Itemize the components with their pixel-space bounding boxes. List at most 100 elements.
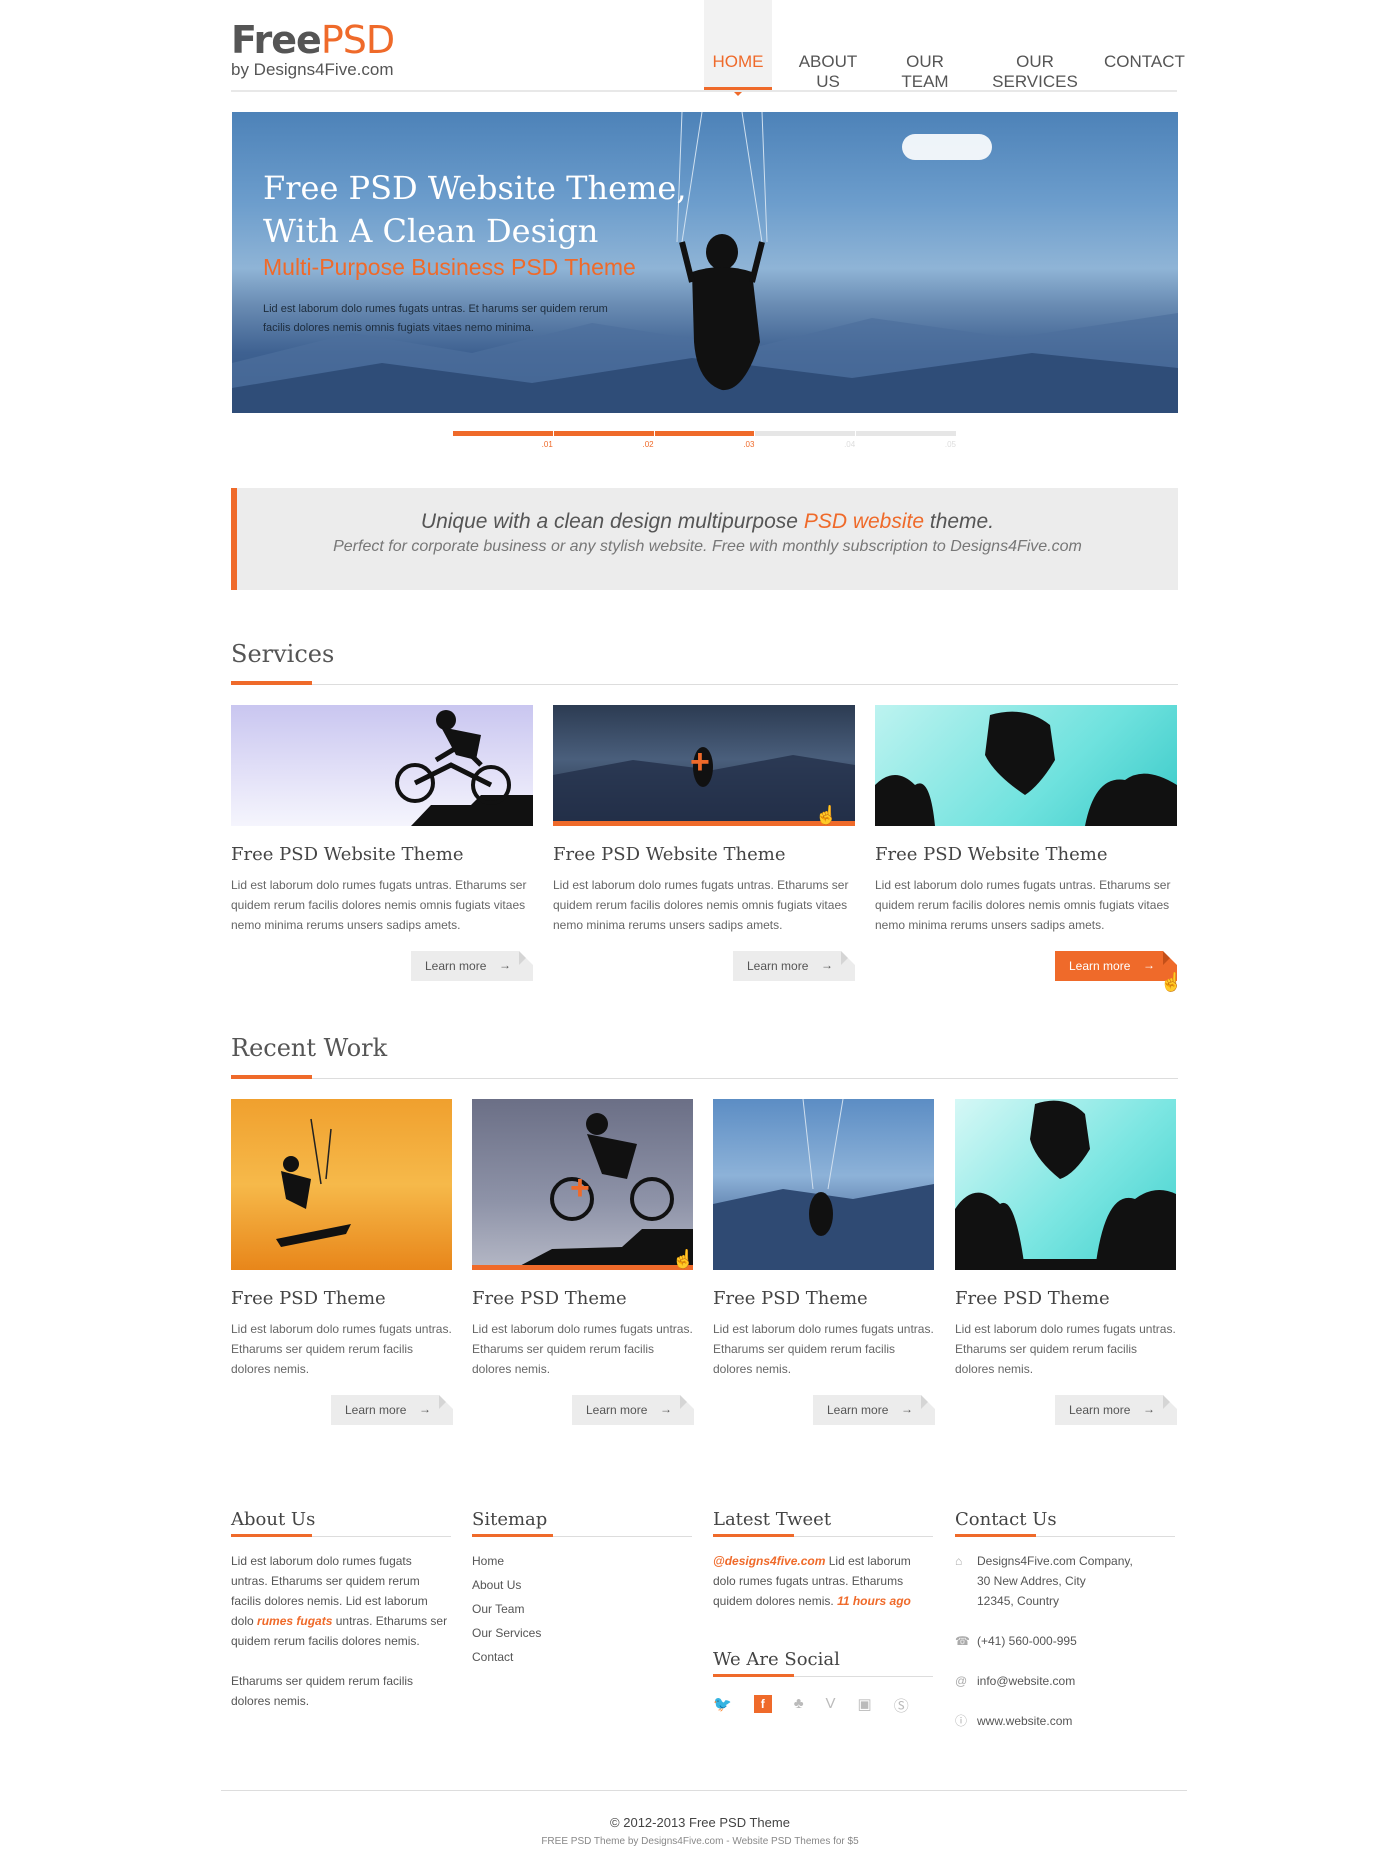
tagline-banner: Unique with a clean design multipurpose … (231, 488, 1178, 590)
footer-contact: Contact Us ⌂ Designs4Five.com Company, 30… (955, 1509, 1175, 1751)
slide-indicator-2[interactable]: .02 (553, 431, 654, 451)
skype-icon[interactable]: Ⓢ (894, 1695, 909, 1716)
zoom-plus-icon[interactable]: + (570, 1171, 590, 1205)
footer-social-title: We Are Social (713, 1649, 840, 1670)
learn-more-button-active[interactable]: Learn more → (1055, 951, 1177, 981)
services-heading: Services (231, 640, 335, 668)
paraglider-silhouette (713, 1099, 934, 1270)
about-highlight-link[interactable]: rumes fugats (257, 1614, 332, 1628)
service-card: Free PSD Website Theme Lid est laborum d… (875, 705, 1177, 935)
hand-cursor-icon: ☝ (1160, 972, 1183, 992)
service-image-hover[interactable]: + ☝ (553, 705, 855, 826)
work-image[interactable] (231, 1099, 452, 1270)
footer-divider (221, 1790, 1187, 1791)
nav-our-team[interactable]: OUR TEAM (884, 0, 966, 91)
logo-wordmark: FreePSD (231, 18, 395, 62)
nav-our-services[interactable]: OUR SERVICES (980, 0, 1090, 91)
contact-email[interactable]: @ info@website.com (955, 1671, 1175, 1691)
sitemap-link-our-services[interactable]: Our Services (472, 1621, 692, 1645)
contact-address: ⌂ Designs4Five.com Company, 30 New Addres… (955, 1551, 1175, 1611)
learn-more-button[interactable]: Learn more → (733, 951, 855, 981)
footer-rule (955, 1534, 1175, 1537)
footer-rule (713, 1534, 933, 1537)
hero-subtitle: Multi-Purpose Business PSD Theme (263, 254, 636, 280)
work-text: Lid est laborum dolo rumes fugats untras… (472, 1322, 693, 1376)
slide-indicator-3[interactable]: .03 (654, 431, 755, 451)
nav-about-us[interactable]: ABOUT US (786, 0, 870, 91)
at-icon: @ (955, 1674, 968, 1688)
cyclist-silhouette (395, 710, 533, 826)
credit-line: FREE PSD Theme by Designs4Five.com - Web… (541, 1836, 859, 1847)
footer-rule (231, 1534, 451, 1537)
slide-indicator-4[interactable]: .04 (755, 431, 856, 451)
work-card: Free PSD Theme Lid est laborum dolo rume… (713, 1099, 934, 1379)
logo-tagline: by Designs4Five.com (231, 60, 394, 79)
work-image[interactable] (713, 1099, 934, 1270)
footer-contact-title: Contact Us (955, 1509, 1057, 1530)
hero-title: Free PSD Website Theme, With A Clean Desi… (263, 169, 687, 250)
zoom-plus-icon[interactable]: + (690, 745, 710, 779)
kitesurfer-silhouette (276, 1118, 351, 1247)
slider-pagination: .01 .02 .03 .04 .05 (453, 431, 957, 451)
service-image[interactable] (875, 705, 1177, 826)
header-divider (231, 90, 1177, 92)
tweet-time[interactable]: 11 hours ago (837, 1594, 911, 1608)
learn-more-button[interactable]: Learn more → (331, 1395, 453, 1425)
jumper-silhouette (955, 1100, 1176, 1270)
youtube-icon[interactable]: ▣ (858, 1695, 872, 1716)
footer-tweet: Latest Tweet @designs4five.com Lid est l… (713, 1509, 933, 1716)
work-title: Free PSD Theme (472, 1288, 627, 1309)
sitemap-link-our-team[interactable]: Our Team (472, 1597, 692, 1621)
work-card: + ☝ Free PSD Theme Lid est laborum dolo … (472, 1099, 693, 1379)
twitter-icon[interactable]: 🐦 (713, 1695, 732, 1716)
hero-text: Lid est laborum dolo rumes fugats untras… (263, 303, 608, 334)
social-icons: 🐦 f ♣ V ▣ Ⓢ (713, 1695, 933, 1716)
myspace-icon[interactable]: ♣ (794, 1695, 804, 1716)
work-image[interactable] (955, 1099, 1176, 1270)
home-icon: ⌂ (955, 1554, 963, 1568)
work-title: Free PSD Theme (713, 1288, 868, 1309)
work-image-hover[interactable]: + ☝ (472, 1099, 693, 1270)
footer-about-text: Lid est laborum dolo rumes fugats untras… (231, 1554, 448, 1648)
sitemap-link-about-us[interactable]: About Us (472, 1573, 692, 1597)
hand-cursor-icon: ☝ (815, 805, 838, 825)
service-text: Lid est laborum dolo rumes fugats untras… (231, 878, 527, 932)
facebook-icon[interactable]: f (753, 1695, 772, 1713)
tweet-handle-link[interactable]: @designs4five.com (713, 1554, 825, 1568)
service-image[interactable] (231, 705, 533, 826)
learn-more-button[interactable]: Learn more → (411, 951, 533, 981)
recent-work-heading: Recent Work (231, 1034, 388, 1062)
contact-website[interactable]: ⓘ www.website.com (955, 1711, 1175, 1731)
nav-contact[interactable]: CONTACT (1104, 0, 1185, 90)
service-text: Lid est laborum dolo rumes fugats untras… (553, 878, 849, 932)
service-title: Free PSD Website Theme (231, 844, 464, 865)
phone-icon: ☎ (955, 1634, 970, 1648)
work-title: Free PSD Theme (231, 1288, 386, 1309)
vimeo-icon[interactable]: V (826, 1695, 836, 1716)
sitemap-link-home[interactable]: Home (472, 1549, 692, 1573)
work-text: Lid est laborum dolo rumes fugats untras… (713, 1322, 934, 1376)
copyright: © 2012-2013 Free PSD Theme (610, 1815, 790, 1830)
hover-bar (472, 1265, 693, 1270)
main-nav: HOME ABOUT US OUR TEAM OUR SERVICES CONT… (704, 0, 1185, 96)
service-card: + ☝ Free PSD Website Theme Lid est labor… (553, 705, 855, 935)
sitemap-link-contact[interactable]: Contact (472, 1645, 692, 1669)
nav-home[interactable]: HOME (704, 0, 772, 96)
work-title: Free PSD Theme (955, 1288, 1110, 1309)
slide-indicator-5[interactable]: .05 (856, 431, 956, 451)
footer-rule (713, 1674, 933, 1677)
tagline-main: Unique with a clean design multipurpose … (420, 510, 995, 533)
learn-more-button[interactable]: Learn more → (813, 1395, 935, 1425)
slide-indicator-1[interactable]: .01 (453, 431, 553, 451)
hand-cursor-icon: ☝ (672, 1249, 693, 1269)
footer-rule (472, 1534, 692, 1537)
footer-about: About Us Lid est laborum dolo rumes fuga… (231, 1509, 451, 1711)
hero-slider[interactable]: Free PSD Website Theme, With A Clean Desi… (232, 112, 1178, 413)
work-text: Lid est laborum dolo rumes fugats untras… (955, 1322, 1176, 1376)
service-title: Free PSD Website Theme (875, 844, 1108, 865)
tweet-text: @designs4five.com Lid est laborum dolo r… (713, 1554, 911, 1608)
site-logo[interactable]: FreePSD by Designs4Five.com (231, 18, 395, 80)
learn-more-button[interactable]: Learn more → (1055, 1395, 1177, 1425)
service-card: Free PSD Website Theme Lid est laborum d… (231, 705, 533, 935)
learn-more-button[interactable]: Learn more → (572, 1395, 694, 1425)
